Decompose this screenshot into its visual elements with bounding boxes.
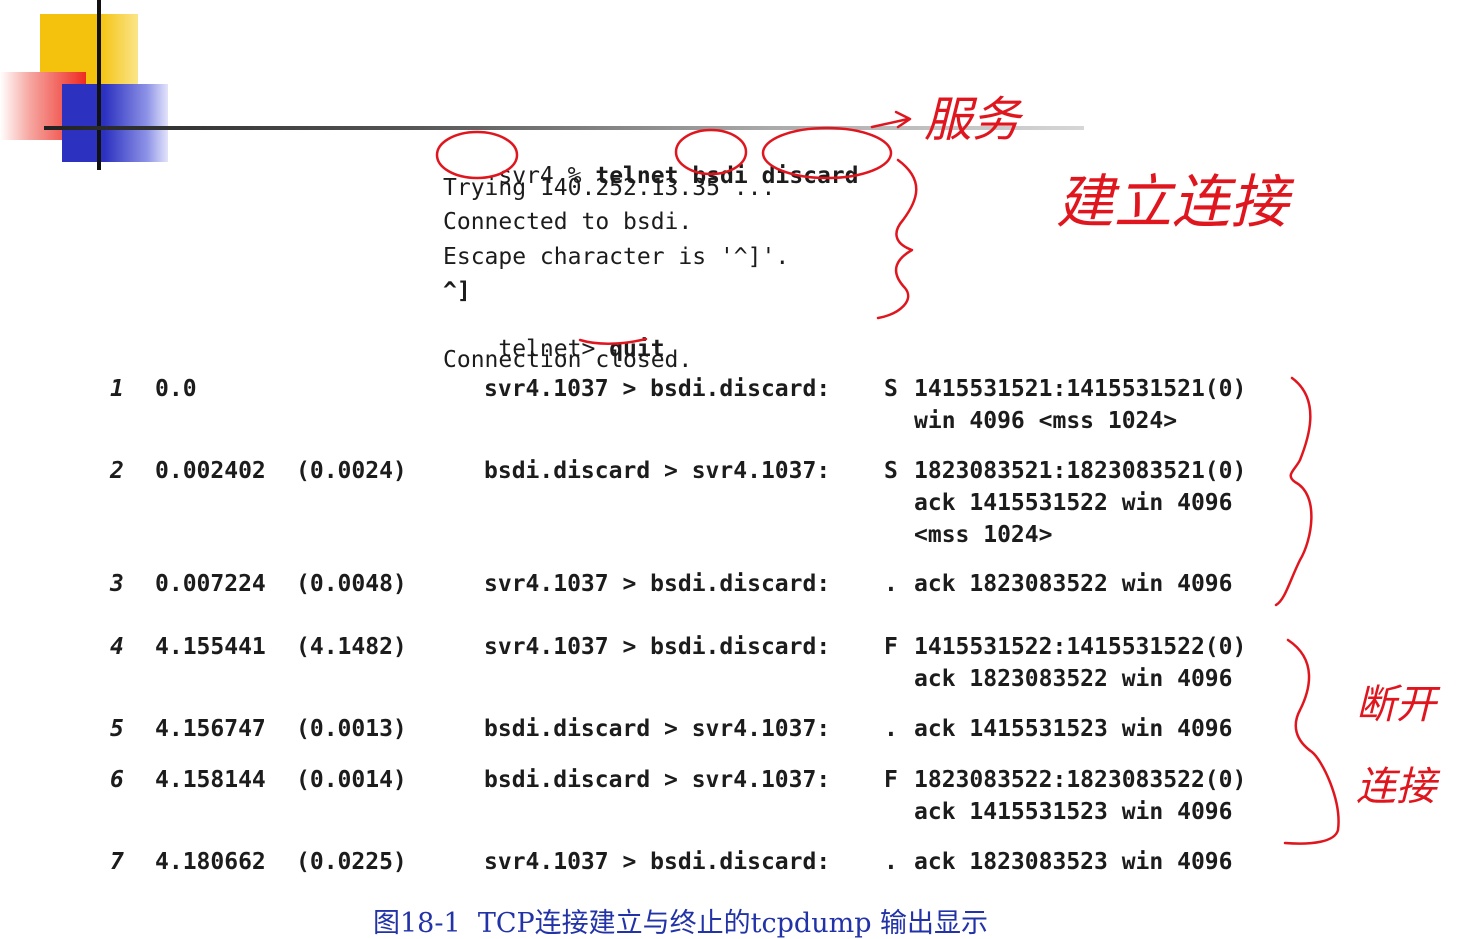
packet-endpoints: bsdi.discard > svr4.1037: [484,767,831,793]
packet-delta: (0.0048) [296,571,407,597]
packet-time: 0.0 [155,376,197,402]
packet-endpoints: svr4.1037 > bsdi.discard: [484,376,831,402]
horizontal-rule [44,126,1084,130]
establish-note: 建立连接 [1056,168,1295,236]
service-note: 服务 [924,92,1024,148]
packet-endpoints: svr4.1037 > bsdi.discard: [484,571,831,597]
packet-number: 2 [110,458,124,484]
packet-detail-cont: ack 1415531523 win 4096 [914,799,1233,825]
packet-delta: (0.0225) [296,849,407,875]
session-line: Escape character is '^]'. [443,244,790,270]
packet-delta: (0.0014) [296,767,407,793]
brace-terminate [1283,638,1340,845]
brace-session [876,158,918,320]
packet-number: 4 [110,634,124,660]
packet-detail: 1823083522:1823083522(0) [914,767,1247,793]
blue-square [62,84,168,162]
packet-time: 4.156747 [155,716,266,742]
packet-detail-cont: ack 1823083522 win 4096 [914,666,1233,692]
connection-closed: Connection closed. [443,347,693,373]
vertical-rule [97,0,101,170]
packet-time: 0.002402 [155,458,266,484]
packet-number: 5 [110,716,124,742]
packet-delta: (0.0024) [296,458,407,484]
brace-establish [1274,376,1313,607]
packet-delta: (0.0013) [296,716,407,742]
packet-time: 4.158144 [155,767,266,793]
terminate-note-2: 连接 [1356,764,1441,810]
arrow-to-service [870,110,912,129]
session-line: ^] [443,278,471,304]
packet-detail: ack 1415531523 win 4096 [914,716,1233,742]
target-service: discard [761,163,859,189]
packet-number: 7 [110,849,124,875]
packet-flag: S [884,458,898,484]
packet-flag: F [884,634,898,660]
packet-number: 3 [110,571,124,597]
packet-detail: 1415531522:1415531522(0) [914,634,1247,660]
terminate-note-1: 断开 [1356,682,1441,728]
packet-endpoints: bsdi.discard > svr4.1037: [484,716,831,742]
packet-detail-cont: win 4096 <mss 1024> [914,408,1178,434]
packet-detail: 1823083521:1823083521(0) [914,458,1247,484]
packet-detail-cont: ack 1415531522 win 4096 [914,490,1233,516]
packet-endpoints: svr4.1037 > bsdi.discard: [484,849,831,875]
session-line: Connected to bsdi. [443,209,693,235]
packet-endpoints: bsdi.discard > svr4.1037: [484,458,831,484]
packet-detail: 1415531521:1415531521(0) [914,376,1247,402]
packet-flag: S [884,376,898,402]
session-line: Trying 140.252.13.35 ... [443,175,776,201]
packet-flag: . [884,849,898,875]
packet-flag: . [884,571,898,597]
packet-detail: ack 1823083522 win 4096 [914,571,1233,597]
packet-endpoints: svr4.1037 > bsdi.discard: [484,634,831,660]
packet-detail: ack 1823083523 win 4096 [914,849,1233,875]
packet-number: 6 [110,767,124,793]
packet-time: 4.155441 [155,634,266,660]
packet-time: 4.180662 [155,849,266,875]
packet-time: 0.007224 [155,571,266,597]
packet-flag: . [884,716,898,742]
packet-flag: F [884,767,898,793]
figure-caption: 图18-1 TCP连接建立与终止的tcpdump 输出显示 [373,908,989,939]
packet-delta: (4.1482) [296,634,407,660]
packet-number: 1 [110,376,124,402]
packet-detail-cont: <mss 1024> [914,522,1053,548]
